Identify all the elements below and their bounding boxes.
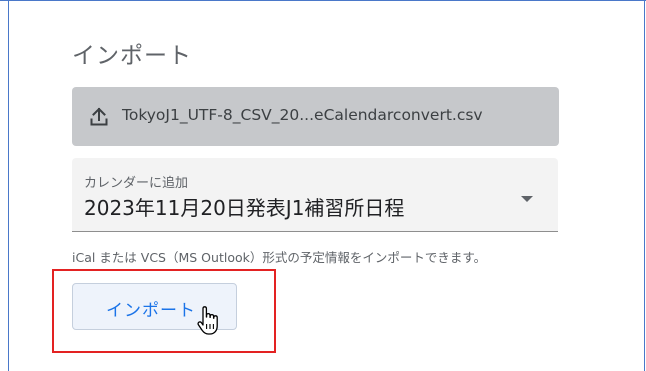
upload-icon — [90, 107, 108, 126]
import-helper-text: iCal または VCS（MS Outlook）形式の予定情報をインポートできま… — [72, 250, 487, 265]
selected-file-name: TokyoJ1_UTF-8_CSV_20...eCalendarconvert.… — [122, 106, 483, 124]
calendar-select[interactable]: カレンダーに追加 2023年11月20日発表J1補習所日程 — [72, 158, 558, 232]
import-section-title: インポート — [72, 43, 192, 69]
dropdown-caret-icon — [521, 196, 533, 202]
calendar-select-value: 2023年11月20日発表J1補習所日程 — [84, 196, 405, 220]
hand-pointer-cursor-icon — [197, 306, 218, 335]
select-file-button[interactable]: TokyoJ1_UTF-8_CSV_20...eCalendarconvert.… — [72, 87, 559, 146]
import-button-label: インポート — [106, 301, 196, 321]
window-top-border — [0, 0, 646, 1]
window-right-border — [644, 0, 645, 371]
window-left-border — [8, 0, 9, 371]
calendar-select-label: カレンダーに追加 — [84, 176, 189, 191]
